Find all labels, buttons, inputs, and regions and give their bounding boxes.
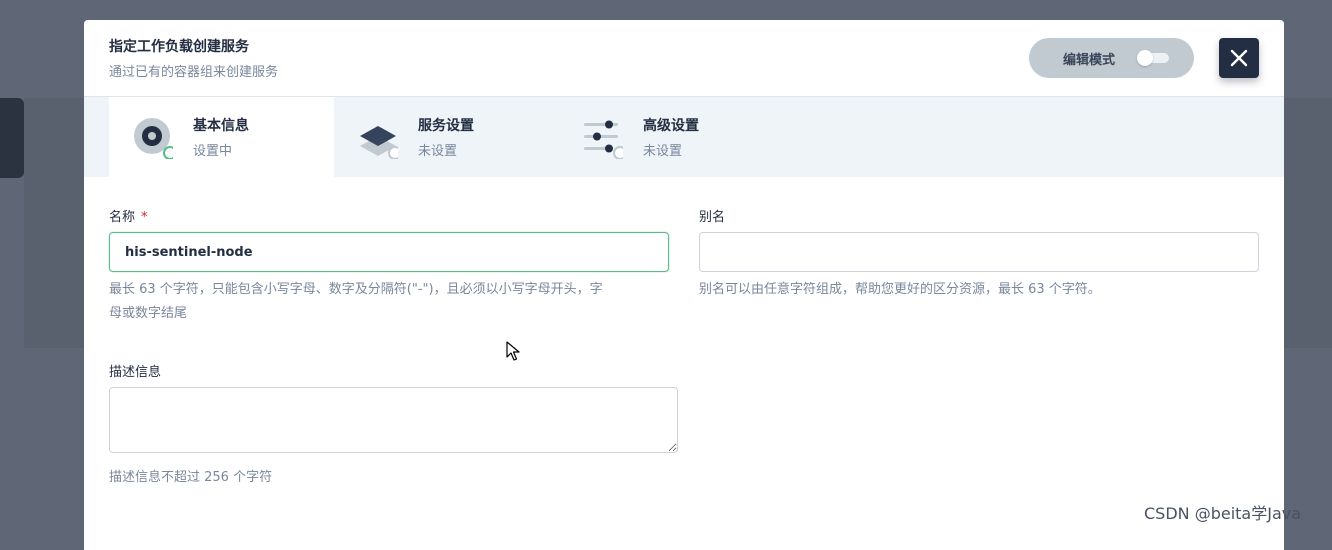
- background-panel: [1284, 98, 1332, 348]
- name-hint-line: 最长 63 个字符，只能包含小写字母、数字及分隔符("-")，且必须以小写字母开…: [109, 282, 603, 297]
- description-textarea[interactable]: [109, 387, 678, 453]
- sliders-icon: [584, 120, 623, 159]
- modal-header: 指定工作负载创建服务 通过已有的容器组来创建服务 编辑模式: [84, 20, 1284, 97]
- background-sidebar-block: [0, 98, 24, 178]
- step-status: 未设置: [418, 144, 458, 159]
- toggle-knob: [1137, 50, 1153, 66]
- step-title: 基本信息: [193, 118, 249, 134]
- name-input[interactable]: [109, 232, 669, 272]
- step-basic-info[interactable]: 基本信息 设置中: [109, 97, 334, 177]
- step-title: 高级设置: [643, 118, 699, 134]
- alias-label: 别名: [699, 210, 726, 225]
- name-label-text: 名称: [109, 210, 136, 225]
- create-service-modal: 指定工作负载创建服务 通过已有的容器组来创建服务 编辑模式 基本信息 设置中 服…: [84, 20, 1284, 550]
- step-advanced-settings[interactable]: 高级设置 未设置: [559, 97, 784, 177]
- step-status: 设置中: [193, 144, 233, 159]
- modal-title: 指定工作负载创建服务: [109, 39, 249, 55]
- close-button[interactable]: [1219, 38, 1259, 78]
- mouse-cursor-icon: [506, 341, 520, 361]
- layers-icon: [360, 126, 398, 159]
- step-status: 未设置: [643, 144, 683, 159]
- background-panel: [24, 98, 84, 348]
- steps-bar: 基本信息 设置中 服务设置 未设置 高级设置 未设置: [84, 97, 1284, 177]
- step-service-settings[interactable]: 服务设置 未设置: [334, 97, 559, 177]
- basic-info-icon: [134, 118, 173, 159]
- modal-subtitle: 通过已有的容器组来创建服务: [109, 65, 279, 80]
- alias-input[interactable]: [699, 232, 1259, 272]
- required-mark: *: [141, 210, 148, 225]
- name-label: 名称 *: [109, 206, 148, 225]
- edit-mode-label: 编辑模式: [1063, 53, 1116, 68]
- description-label: 描述信息: [109, 365, 162, 380]
- edit-mode-toggle[interactable]: 编辑模式: [1029, 38, 1194, 78]
- close-icon: [1230, 49, 1248, 67]
- description-hint: 描述信息不超过 256 个字符: [109, 470, 273, 485]
- name-hint-line: 母或数字结尾: [109, 306, 188, 321]
- alias-hint: 别名可以由任意字符组成，帮助您更好的区分资源，最长 63 个字符。: [699, 282, 1101, 297]
- name-hint: 最长 63 个字符，只能包含小写字母、数字及分隔符("-")，且必须以小写字母开…: [109, 278, 679, 326]
- step-title: 服务设置: [418, 118, 474, 134]
- watermark: CSDN @beita学Java: [1144, 504, 1302, 523]
